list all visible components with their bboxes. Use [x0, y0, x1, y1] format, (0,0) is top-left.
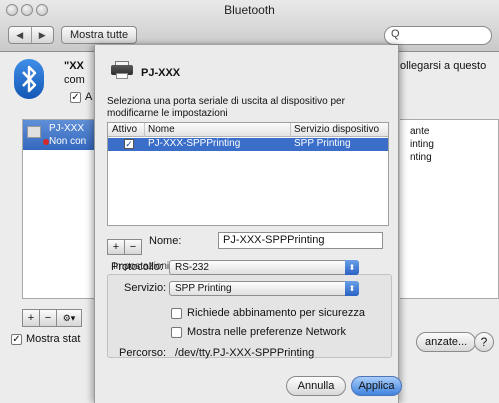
add-port-button[interactable]: +	[107, 239, 125, 255]
show-all-button[interactable]: Mostra tutte	[61, 26, 138, 44]
column-header-service[interactable]: Servizio dispositivo	[294, 124, 379, 135]
protocol-label: Protocollo:	[111, 261, 163, 273]
device-list-controls: + − ⚙▾	[22, 309, 82, 327]
background-check-label: A	[85, 91, 93, 103]
background-connect-text: ollegarsi a questo	[400, 60, 487, 72]
network-label: Mostra nelle preferenze Network	[187, 326, 346, 338]
remove-device-button[interactable]: −	[39, 309, 57, 327]
select-arrows-icon: ⬍	[345, 281, 359, 296]
background-checkbox[interactable]: ✓	[70, 92, 81, 103]
device-intro-text-2: com	[64, 74, 85, 86]
protocol-select[interactable]: RS-232 ⬍	[169, 260, 359, 275]
show-status-checkbox[interactable]: ✓	[11, 334, 22, 345]
cancel-button[interactable]: Annulla	[286, 376, 346, 396]
pairing-label: Richiede abbinamento per sicurezza	[187, 307, 365, 319]
device-status: Non con	[49, 136, 87, 147]
name-label: Nome:	[149, 235, 182, 247]
port-list-controls: + −	[107, 239, 142, 255]
device-intro-text: "XX	[64, 60, 84, 72]
protocol-value: RS-232	[175, 262, 209, 273]
service-line: ante	[410, 126, 430, 137]
serial-port-sheet: PJ-XXX Seleziona una porta seriale di us…	[94, 45, 402, 403]
search-input[interactable]: Q	[384, 26, 492, 45]
network-checkbox[interactable]	[171, 327, 182, 338]
service-line: inting	[410, 139, 434, 150]
path-value: /dev/tty.PJ-XXX-SPPPrinting	[175, 347, 315, 359]
device-list: PJ-XXX Non con	[22, 119, 94, 299]
device-row[interactable]: PJ-XXX Non con	[23, 120, 94, 150]
select-arrows-icon: ⬍	[345, 260, 359, 275]
column-header-name[interactable]: Nome	[148, 124, 175, 135]
printer-icon	[27, 126, 41, 138]
port-name-cell: PJ-XXX-SPPPrinting	[148, 138, 241, 149]
table-header: Attivo Nome Servizio dispositivo	[108, 123, 388, 137]
service-select[interactable]: SPP Printing ⬍	[169, 281, 359, 296]
back-icon[interactable]: ◀	[9, 27, 32, 43]
forward-icon[interactable]: ▶	[32, 27, 54, 43]
column-header-active[interactable]: Attivo	[112, 124, 137, 135]
port-service-cell: SPP Printing	[294, 138, 351, 149]
service-list: ante inting nting	[400, 119, 499, 299]
search-icon: Q	[391, 28, 400, 40]
sheet-title: PJ-XXX	[141, 67, 181, 79]
printer-icon	[111, 61, 133, 79]
remove-port-button[interactable]: −	[124, 239, 142, 255]
service-label: Servizio:	[124, 282, 167, 294]
port-name-input[interactable]: PJ-XXX-SPPPrinting	[218, 232, 383, 249]
bluetooth-icon	[14, 59, 44, 99]
pairing-checkbox[interactable]	[171, 308, 182, 319]
device-name: PJ-XXX	[49, 123, 85, 134]
advanced-button[interactable]: anzate...	[416, 332, 477, 352]
path-label: Percorso:	[119, 347, 167, 359]
apply-button[interactable]: Applica	[351, 376, 402, 396]
window-title: Bluetooth	[224, 3, 275, 17]
show-status-label: Mostra stat	[26, 333, 81, 345]
active-checkbox[interactable]: ✓	[124, 139, 134, 149]
table-row[interactable]: ✓ PJ-XXX-SPPPrinting SPP Printing	[108, 138, 388, 151]
help-button[interactable]: ?	[474, 332, 494, 352]
instruction-text: Seleziona una porta seriale di uscita al…	[107, 96, 345, 119]
back-forward-control: ◀ ▶	[8, 26, 54, 44]
service-value: SPP Printing	[175, 283, 232, 294]
add-device-button[interactable]: +	[22, 309, 40, 327]
service-line: nting	[410, 152, 432, 163]
port-table: Attivo Nome Servizio dispositivo ✓ PJ-XX…	[107, 122, 389, 226]
gear-icon[interactable]: ⚙▾	[56, 309, 82, 327]
